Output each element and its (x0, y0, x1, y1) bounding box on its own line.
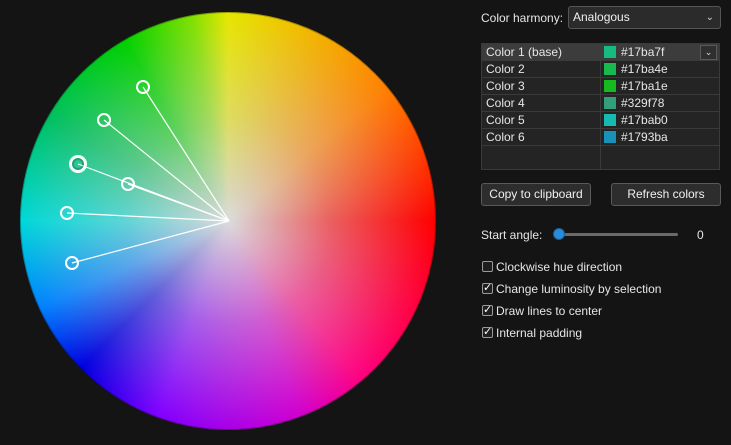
color-row-1[interactable]: Color 1 (base) #17ba7f ⌄ (482, 44, 719, 61)
line-color-6 (71, 220, 230, 264)
color-swatch (604, 63, 616, 75)
color-hex[interactable]: #329f78 (621, 96, 664, 111)
handle-color-4[interactable] (121, 177, 135, 191)
change-luminosity-checkbox[interactable] (482, 281, 493, 294)
color-row-4[interactable]: Color 4 #329f78 (482, 95, 719, 112)
copy-to-clipboard-button[interactable]: Copy to clipboard (481, 183, 591, 206)
color-harmony-label: Color harmony: (481, 11, 564, 25)
color-name: Color 3 (486, 79, 525, 93)
change-luminosity-label: Change luminosity by selection (496, 282, 662, 296)
color-row-3[interactable]: Color 3 #17ba1e (482, 78, 719, 95)
color-hex[interactable]: #17ba7f (621, 45, 664, 60)
color-name: Color 1 (base) (486, 45, 563, 59)
color-hex[interactable]: #17bab0 (621, 113, 668, 128)
chevron-down-icon: ⌄ (705, 12, 714, 23)
color-name: Color 6 (486, 130, 525, 144)
color-name: Color 5 (486, 113, 525, 127)
start-angle-slider[interactable] (560, 233, 678, 236)
handle-color-1-base[interactable] (70, 156, 86, 172)
color-harmony-value: Analogous (573, 10, 630, 24)
line-color-4 (127, 183, 230, 222)
color-harmony-select[interactable]: Analogous ⌄ (568, 6, 721, 29)
color-table: Color 1 (base) #17ba7f ⌄ Color 2 #17ba4e… (481, 43, 720, 170)
start-angle-slider-thumb[interactable] (553, 228, 565, 240)
line-color-3 (142, 86, 230, 222)
color-row-2[interactable]: Color 2 #17ba4e (482, 61, 719, 78)
color-name: Color 4 (486, 96, 525, 110)
internal-padding-checkbox[interactable] (482, 325, 493, 338)
handle-color-3[interactable] (136, 80, 150, 94)
clockwise-hue-direction-checkbox[interactable] (482, 261, 493, 272)
refresh-colors-button[interactable]: Refresh colors (611, 183, 721, 206)
color-swatch (604, 114, 616, 126)
color-row-5[interactable]: Color 5 #17bab0 (482, 112, 719, 129)
handle-color-2[interactable] (97, 113, 111, 127)
handle-color-5[interactable] (60, 206, 74, 220)
center-lines (66, 86, 230, 264)
color-row-6[interactable]: Color 6 #1793ba (482, 129, 719, 146)
color-wheel-area[interactable] (0, 0, 460, 445)
color-swatch (604, 80, 616, 92)
clockwise-hue-direction-label: Clockwise hue direction (496, 260, 623, 274)
empty-row (482, 146, 719, 169)
color-swatch (604, 97, 616, 109)
line-color-2 (103, 119, 230, 222)
color-hex[interactable]: #17ba1e (621, 79, 668, 94)
color-hex[interactable]: #1793ba (621, 130, 668, 145)
start-angle-label: Start angle: (481, 228, 543, 242)
color-name: Color 2 (486, 62, 525, 76)
start-angle-value: 0 (697, 228, 704, 242)
color-hex[interactable]: #17ba4e (621, 62, 668, 77)
color-swatch (604, 46, 616, 58)
color-swatch (604, 131, 616, 143)
chevron-down-icon[interactable]: ⌄ (700, 45, 717, 60)
line-color-5 (66, 212, 230, 222)
internal-padding-label: Internal padding (496, 326, 583, 340)
handle-color-6[interactable] (65, 256, 79, 270)
draw-lines-to-center-label: Draw lines to center (496, 304, 603, 318)
draw-lines-to-center-checkbox[interactable] (482, 303, 493, 316)
